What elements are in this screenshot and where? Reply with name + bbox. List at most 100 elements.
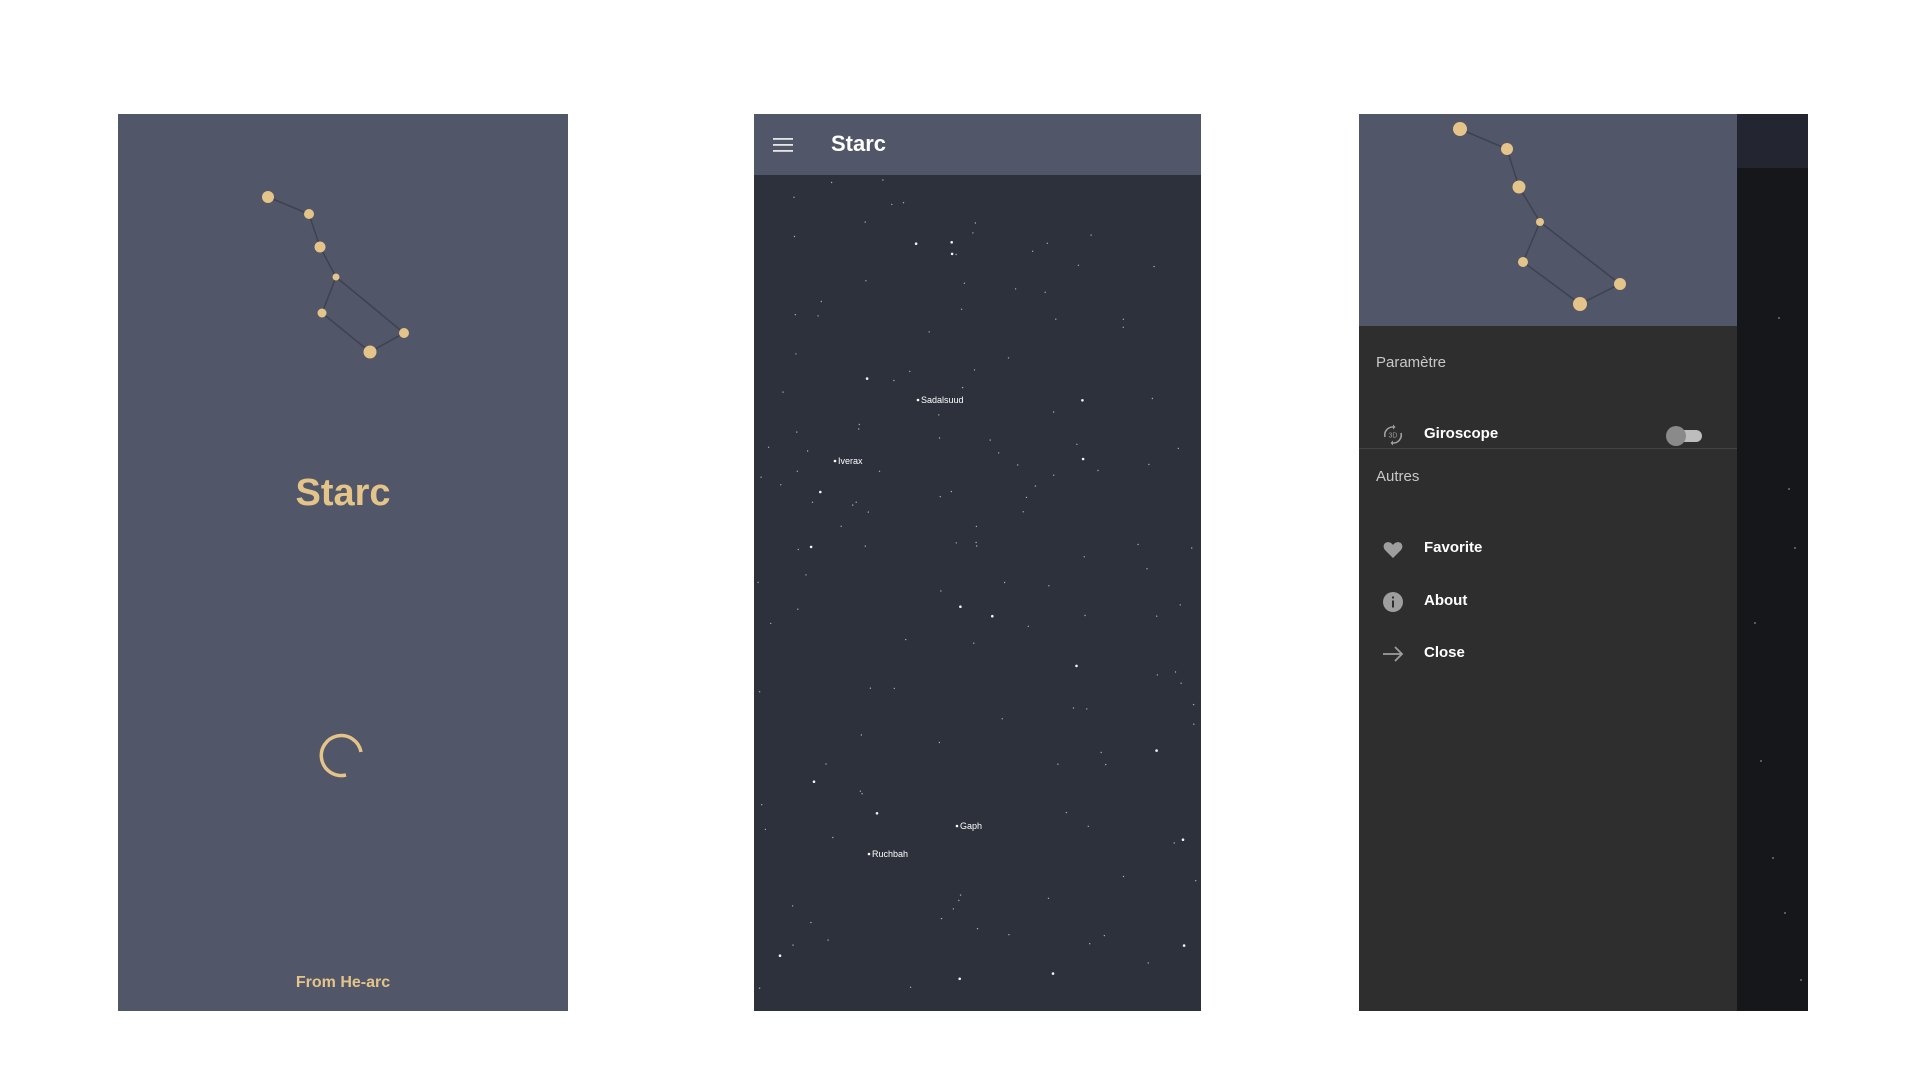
star (1193, 723, 1195, 725)
star (760, 476, 762, 478)
star (1025, 496, 1028, 499)
star (1174, 671, 1177, 673)
star (770, 622, 772, 625)
star-field[interactable]: Sadalsuud Iverax Gaph Ruchbah (754, 175, 1201, 1011)
star (855, 501, 857, 503)
star (794, 314, 797, 316)
splash-screen: Starc From He-arc (118, 114, 568, 1011)
star (928, 331, 930, 333)
drawer-item-label: Favorite (1424, 539, 1483, 556)
section-title-autres: Autres (1376, 468, 1420, 485)
star (960, 308, 963, 310)
star-label: Sadalsuud (921, 395, 964, 405)
star (858, 423, 860, 426)
star (1065, 811, 1068, 814)
star (973, 642, 975, 644)
heart-icon (1383, 542, 1403, 558)
star (909, 370, 911, 373)
star (973, 369, 976, 371)
star (796, 470, 798, 472)
star (963, 282, 966, 284)
star (891, 203, 893, 206)
star (1146, 568, 1148, 570)
star (975, 541, 977, 544)
hamburger-menu-icon[interactable] (771, 133, 795, 157)
star (1022, 511, 1024, 513)
star (1044, 291, 1046, 293)
star (757, 581, 759, 584)
star (1100, 751, 1102, 754)
star (1177, 447, 1179, 450)
star (778, 954, 782, 957)
drawer-item-giroscope[interactable]: 3D Giroscope (1359, 411, 1737, 459)
star (1084, 614, 1086, 617)
star (827, 939, 829, 941)
star (1052, 411, 1055, 413)
star (939, 496, 941, 498)
star (1097, 469, 1099, 472)
star (940, 917, 943, 920)
star (1072, 707, 1075, 709)
drawer-item-label: Giroscope (1424, 425, 1499, 442)
star (1081, 457, 1085, 461)
star-label: Ruchbah (872, 849, 908, 859)
divider (1359, 448, 1737, 449)
drawer-item-about[interactable]: About (1359, 578, 1737, 626)
star (1007, 357, 1010, 359)
star (1103, 934, 1106, 937)
scrim-overlay[interactable] (1737, 168, 1808, 1011)
star (817, 315, 819, 317)
star (797, 548, 799, 551)
star (1048, 585, 1050, 587)
star (805, 574, 807, 576)
star (809, 545, 813, 549)
star (1192, 703, 1195, 706)
star (1003, 581, 1006, 584)
star (909, 986, 912, 988)
star (1077, 264, 1080, 266)
star (958, 899, 960, 902)
star (782, 391, 784, 393)
star (1075, 664, 1078, 668)
app-bar-scrim[interactable] (1737, 114, 1808, 168)
star-label: Iverax (838, 456, 863, 466)
star (938, 741, 941, 744)
star (1055, 318, 1057, 320)
star (875, 812, 879, 815)
drawer-screen: Paramètre 3D Giroscope Autres Favorite A… (1359, 114, 1808, 1011)
star (869, 687, 872, 689)
star (905, 638, 907, 641)
star (1137, 543, 1139, 546)
gyroscope-3d-icon: 3D (1383, 424, 1403, 446)
star (825, 763, 827, 765)
sky-map-screen[interactable]: Starc Sadalsuud Iverax Gaph Ruchbah (754, 114, 1201, 1011)
star (780, 484, 782, 486)
star (1047, 897, 1050, 899)
star (1031, 250, 1034, 252)
star (1147, 962, 1149, 964)
star (998, 452, 1000, 454)
star (792, 944, 794, 946)
star (864, 545, 866, 547)
star (938, 414, 940, 416)
star (1017, 464, 1019, 466)
navigation-drawer: Paramètre 3D Giroscope Autres Favorite A… (1359, 114, 1737, 1011)
drawer-item-favorite[interactable]: Favorite (1359, 525, 1737, 573)
star (1105, 763, 1107, 766)
star (1081, 399, 1084, 402)
star (974, 222, 977, 224)
giroscope-toggle[interactable] (1666, 425, 1704, 446)
star (861, 793, 863, 795)
star (976, 545, 978, 547)
star (1086, 708, 1088, 710)
star (852, 504, 854, 506)
star (1195, 880, 1197, 882)
splash-footer: From He-arc (295, 974, 391, 991)
star (764, 828, 767, 831)
star (793, 196, 795, 198)
drawer-item-close[interactable]: Close (1359, 630, 1737, 678)
big-dipper-icon (262, 191, 409, 359)
star (864, 221, 866, 223)
star (975, 525, 978, 528)
star (758, 987, 761, 989)
